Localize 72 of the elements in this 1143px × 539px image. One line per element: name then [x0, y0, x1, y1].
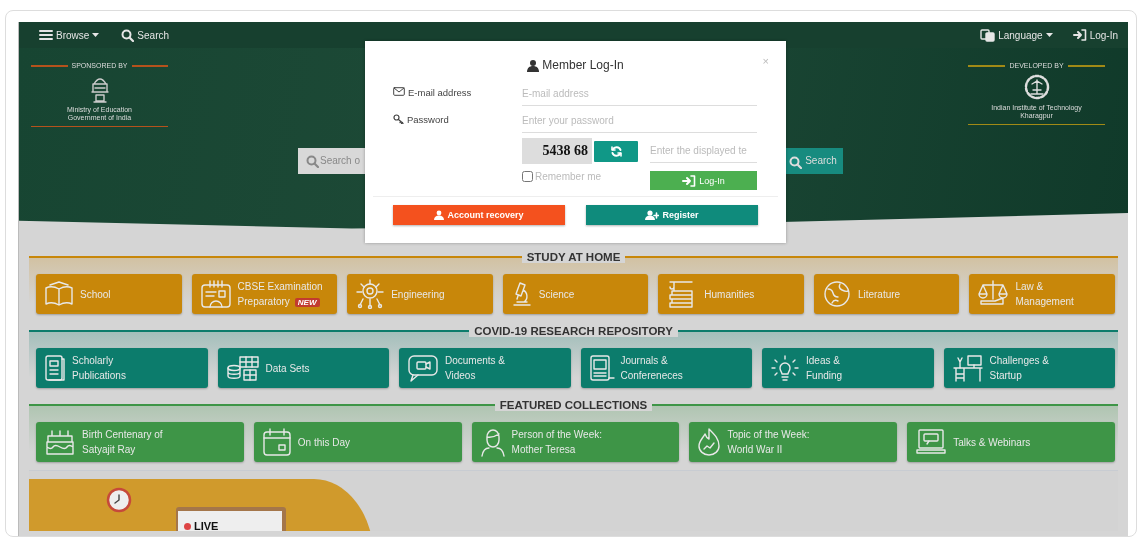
category-tile[interactable]: Talks & Webinars: [907, 422, 1115, 462]
monitor-icon: [588, 354, 615, 382]
account-recovery-button[interactable]: Account recovery: [393, 205, 565, 225]
new-badge: NEW: [294, 298, 320, 307]
category-tile[interactable]: Engineering: [347, 274, 493, 314]
captcha-image: 5438 68: [522, 138, 592, 164]
category-tile[interactable]: Data Sets: [217, 348, 389, 388]
category-tile[interactable]: Scholarly Publications: [36, 348, 208, 388]
category-tile[interactable]: Journals & Confereneces: [580, 348, 752, 388]
menu-icon: [39, 29, 53, 41]
remember-checkbox[interactable]: [522, 170, 533, 182]
category-tile[interactable]: Topic of the Week: World War II: [689, 422, 898, 462]
exam-board-icon: [199, 279, 232, 309]
category-tile[interactable]: Documents & Videos: [399, 348, 571, 388]
category-tile[interactable]: Challenges & Startup: [943, 348, 1115, 388]
search-icon: [121, 28, 135, 42]
video-chat-icon: [407, 354, 439, 382]
database-icon: [225, 354, 260, 382]
category-tile[interactable]: Science: [502, 274, 649, 314]
section-heading: FEATURED COLLECTIONS: [494, 399, 653, 411]
category-tile[interactable]: Birth Centenary of Satyajit Ray: [36, 422, 244, 462]
language-menu[interactable]: Language: [980, 28, 1053, 42]
category-tile[interactable]: Ideas & Funding: [762, 348, 934, 388]
sign-in-icon: [1072, 29, 1087, 41]
login-button[interactable]: Log-In: [650, 171, 757, 190]
section-heading: COVID-19 RESEARCH REPOSITORY: [469, 325, 678, 337]
category-tile[interactable]: Person of the Week: Mother Teresa: [471, 422, 680, 462]
person-icon: [479, 427, 506, 457]
search-icon: [789, 155, 803, 169]
refresh-icon: [610, 145, 622, 157]
add-user-icon: [645, 210, 660, 220]
key-icon: [393, 114, 404, 124]
category-tile[interactable]: CBSE Examination Preparatory NEW: [191, 274, 338, 314]
gear-network-icon: [355, 279, 386, 309]
category-tile[interactable]: Literature: [813, 274, 960, 314]
caret-icon: [92, 33, 100, 37]
category-tile[interactable]: Law & Management: [969, 274, 1116, 314]
refresh-captcha-button[interactable]: [594, 140, 638, 162]
browse-menu[interactable]: Browse: [39, 29, 100, 41]
globe-icon: [821, 279, 852, 309]
remember-label: Remember me: [535, 170, 602, 182]
flame-icon: [697, 427, 722, 457]
language-icon: [980, 28, 996, 42]
category-tile[interactable]: School: [36, 274, 182, 314]
caret-icon: [1045, 33, 1053, 37]
presentation-icon: [915, 428, 948, 456]
category-tile[interactable]: On this Day: [253, 422, 462, 462]
desk-icon: [951, 353, 984, 383]
search-icon: [306, 154, 319, 168]
register-button[interactable]: Register: [586, 205, 758, 225]
sign-in-icon: [682, 174, 697, 187]
microscope-icon: [510, 280, 533, 308]
calendar-icon: [261, 427, 292, 457]
login-link[interactable]: Log-In: [1072, 29, 1118, 41]
envelope-icon: [393, 87, 405, 96]
user-icon: [527, 58, 540, 72]
email-label: E-mail address: [408, 87, 472, 98]
document-icon: [44, 354, 66, 382]
lightbulb-icon: [770, 353, 800, 383]
section-heading: STUDY AT HOME: [521, 251, 626, 263]
password-label: Password: [407, 114, 449, 125]
book-icon: [44, 280, 74, 308]
modal-title: Member Log-In: [542, 58, 624, 72]
close-button[interactable]: ×: [762, 55, 769, 67]
search-field[interactable]: Search o: [298, 147, 366, 174]
search-button[interactable]: Search: [783, 147, 843, 174]
cake-icon: [44, 428, 76, 456]
category-tile[interactable]: Humanities: [658, 274, 804, 314]
live-label: LIVE: [194, 520, 219, 531]
search-link[interactable]: Search: [121, 28, 170, 42]
live-dot-icon: [184, 522, 191, 530]
clock-icon: [106, 487, 132, 513]
